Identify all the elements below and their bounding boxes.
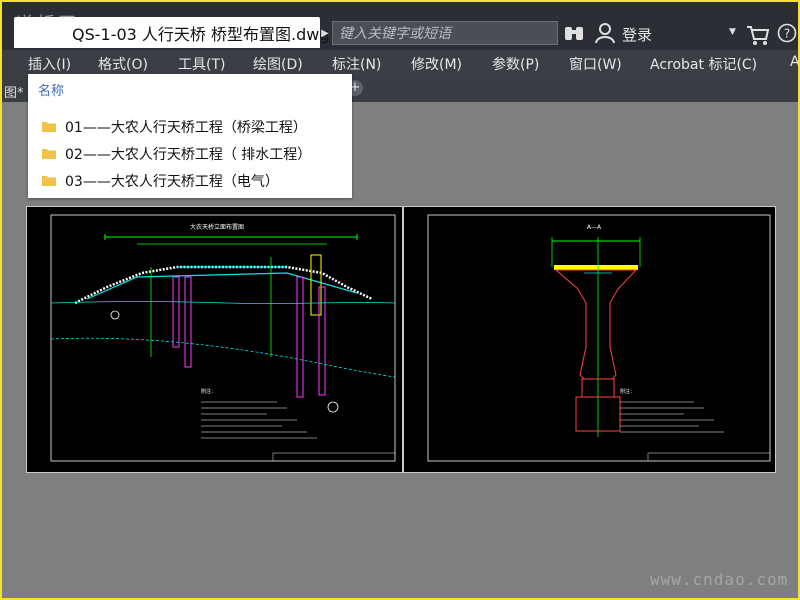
- help-icon[interactable]: ?: [777, 23, 797, 43]
- menu-bar: 插入(I) 格式(O) 工具(T) 绘图(D) 标注(N) 修改(M) 参数(P…: [2, 50, 798, 76]
- menu-format[interactable]: 格式(O): [98, 54, 148, 74]
- title-bar: 道桥网 QS-1-03 人行天桥 桥型布置图.dwg ▶ 键入关键字或短语 登录…: [2, 2, 798, 50]
- elevation-notes-label: 附注：: [201, 388, 216, 395]
- folder-icon: [42, 149, 56, 159]
- binoculars-icon[interactable]: [563, 22, 585, 44]
- menu-dimension[interactable]: 标注(N): [332, 54, 381, 74]
- file-tab[interactable]: QS-1-03 人行天桥 桥型布置图.dwg: [14, 17, 330, 48]
- login-button[interactable]: 登录: [622, 24, 652, 45]
- elevation-drawing: 大农天桥立面布置图 附注：: [50, 214, 396, 462]
- folder-label: 03——大农人行天桥工程（电气）: [65, 174, 279, 190]
- search-expand-arrow-icon[interactable]: ▶: [320, 23, 330, 45]
- menu-draw[interactable]: 绘图(D): [253, 54, 303, 74]
- menu-overflow[interactable]: A: [790, 54, 798, 70]
- drawing-sheet-elevation[interactable]: 大农天桥立面布置图 附注：: [26, 206, 403, 473]
- watermark: www.cndao.com: [650, 570, 789, 589]
- menu-tools[interactable]: 工具(T): [178, 54, 225, 74]
- file-list-panel: 名称 01——大农人行天桥工程（桥梁工程） 02——大农人行天桥工程（ 排水工程…: [28, 74, 352, 198]
- svg-text:?: ?: [784, 27, 790, 41]
- menu-window[interactable]: 窗口(W): [569, 54, 622, 74]
- folder-icon: [42, 122, 56, 132]
- folder-label: 01——大农人行天桥工程（桥梁工程）: [65, 120, 307, 136]
- search-input[interactable]: 键入关键字或短语: [332, 21, 558, 45]
- menu-insert[interactable]: 插入(I): [28, 54, 71, 74]
- section-drawing: A—A 附注：: [427, 214, 771, 462]
- app-window: 道桥网 QS-1-03 人行天桥 桥型布置图.dwg ▶ 键入关键字或短语 登录…: [2, 2, 798, 598]
- elevation-title: 大农天桥立面布置图: [190, 223, 244, 231]
- drawing-tab[interactable]: 图*: [4, 82, 24, 101]
- menu-acrobat-markup[interactable]: Acrobat 标记(C): [650, 54, 757, 74]
- menu-parameters[interactable]: 参数(P): [492, 54, 539, 74]
- section-title: A—A: [587, 224, 602, 231]
- folder-icon: [42, 176, 56, 186]
- file-title: QS-1-03 人行天桥 桥型布置图.dwg: [72, 25, 330, 44]
- column-header-name[interactable]: 名称: [38, 80, 64, 99]
- section-notes-label: 附注：: [620, 388, 635, 395]
- menu-modify[interactable]: 修改(M): [411, 54, 462, 74]
- user-icon[interactable]: [594, 22, 616, 44]
- drawing-sheet-section[interactable]: A—A 附注：: [403, 206, 776, 473]
- folder-label: 02——大农人行天桥工程（ 排水工程）: [65, 147, 312, 163]
- cart-icon[interactable]: [746, 24, 770, 46]
- chevron-down-icon[interactable]: ▼: [729, 27, 736, 37]
